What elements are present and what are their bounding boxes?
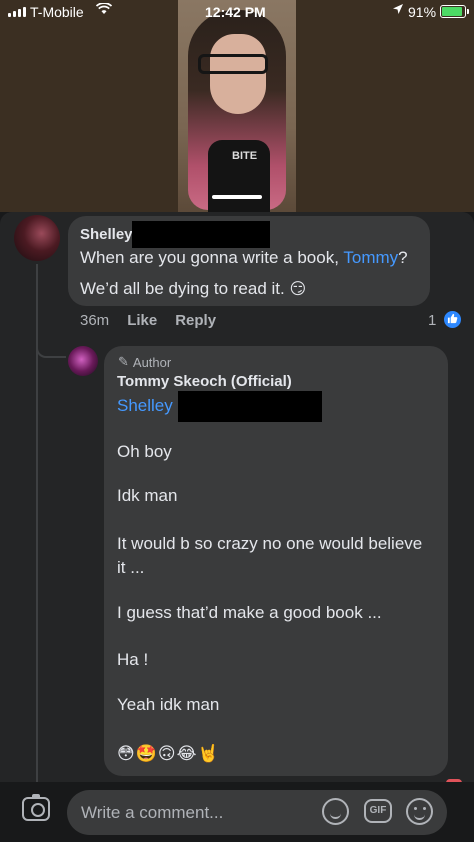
reply-line: it ... (117, 558, 145, 577)
reply-author[interactable]: Tommy Skeoch (Official) (117, 373, 292, 390)
reply-button[interactable]: Reply (175, 312, 216, 329)
glasses (198, 54, 268, 74)
reply-line: Oh boy (117, 442, 172, 461)
like-button[interactable]: Like (127, 312, 157, 329)
battery-charging-icon (440, 5, 466, 18)
reply-emojis: 😳🤩🙃😂🤘 (117, 744, 220, 763)
comment-author[interactable]: Shelley (80, 226, 133, 243)
camera-icon[interactable] (22, 794, 50, 821)
emoji-icon[interactable] (406, 798, 433, 825)
reaction-count[interactable]: 1 (428, 312, 436, 329)
reply-line: It would b so crazy no one would believe (117, 534, 423, 553)
battery-level (442, 7, 463, 16)
location-arrow-icon (392, 3, 404, 18)
avatar-sticker-icon[interactable] (322, 798, 349, 825)
pen-icon: ✎ (118, 354, 129, 369)
redaction-box (178, 391, 322, 422)
avatar[interactable] (68, 346, 98, 376)
signal-icon (8, 7, 26, 17)
smirk-emoji: 😏 (289, 281, 307, 298)
mention-link[interactable]: Tommy (343, 248, 398, 267)
clock: 12:42 PM (205, 4, 266, 20)
shirt-text: BITE (232, 150, 258, 162)
reply-line: Idk man (117, 486, 178, 505)
carrier-label: T-Mobile (30, 4, 84, 20)
comment-text-line1: When are you gonna write a book, Tommy? (80, 248, 408, 267)
comment-timestamp: 36m (80, 312, 110, 329)
author-badge: ✎ Author (118, 354, 172, 370)
avatar[interactable] (14, 215, 60, 261)
video-player[interactable]: BITE (178, 0, 296, 212)
status-bar: T-Mobile 12:42 PM 91% (0, 0, 474, 24)
comment-text-line2: We’d all be dying to read it. 😏 (80, 279, 307, 298)
reply-connector (36, 330, 66, 358)
gif-icon[interactable]: GIF (364, 799, 392, 823)
reply-line: Ha ! (117, 650, 149, 669)
reply-line: Yeah idk man (117, 695, 220, 714)
reply-line: I guess that’d make a good book ... (117, 603, 382, 622)
wifi-icon (95, 2, 113, 18)
video-scrubber[interactable] (212, 195, 262, 199)
battery-percentage: 91% (408, 4, 437, 20)
thumbs-up-icon[interactable] (443, 310, 462, 329)
video-background: BITE (0, 0, 474, 212)
redaction-box (132, 221, 270, 248)
mention-link[interactable]: Shelley (117, 396, 173, 416)
comment-actions: 36m Like Reply (80, 312, 216, 329)
